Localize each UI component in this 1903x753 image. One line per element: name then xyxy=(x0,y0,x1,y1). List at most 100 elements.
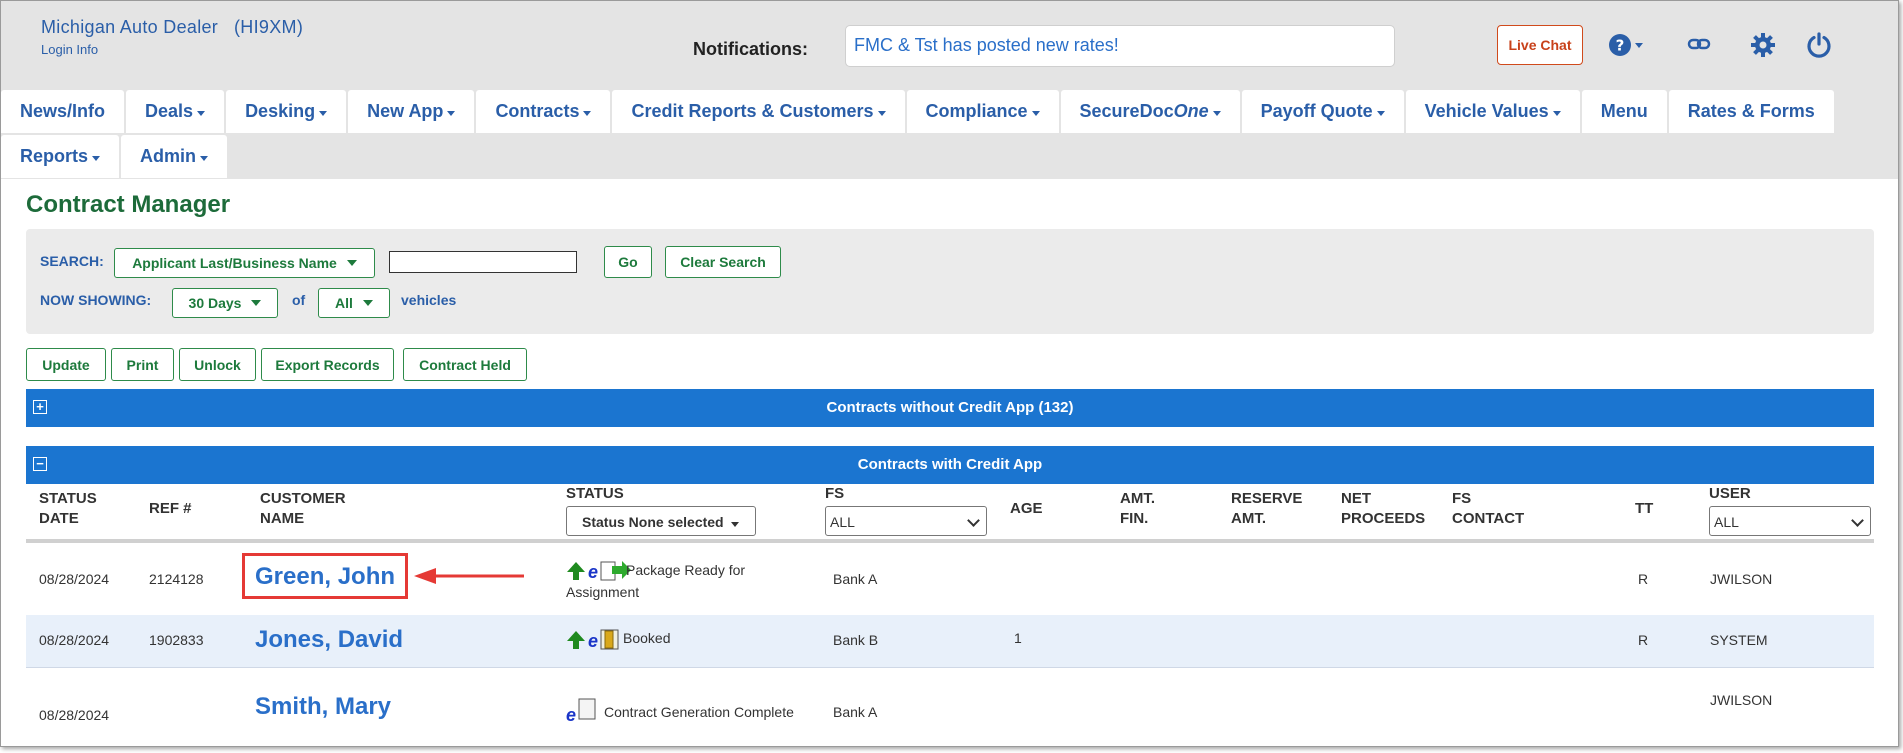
e-icon: e xyxy=(588,631,599,651)
nav-tab-payoff-quote[interactable]: Payoff Quote xyxy=(1241,90,1404,133)
chevron-down-icon xyxy=(92,155,101,161)
col-customer-name[interactable]: CUSTOMER NAME xyxy=(260,489,346,529)
live-chat-button[interactable]: Live Chat xyxy=(1497,25,1583,65)
nav-tab-desking[interactable]: Desking xyxy=(226,90,347,133)
chevron-down-icon xyxy=(1031,110,1040,116)
go-button[interactable]: Go xyxy=(604,246,652,278)
login-info-link[interactable]: Login Info xyxy=(41,42,98,57)
section-title: Contracts with Credit App xyxy=(857,456,1043,473)
nav-tab-credit-reports-customers[interactable]: Credit Reports & Customers xyxy=(612,90,905,133)
user-filter-select[interactable]: ALL xyxy=(1709,506,1871,536)
status-filter-value: Status None selected xyxy=(582,514,724,530)
nav-tab-label: Desking xyxy=(245,101,316,121)
status-icons: e xyxy=(566,559,632,581)
print-button[interactable]: Print xyxy=(111,348,174,381)
col-net-proceeds[interactable]: NET PROCEEDS xyxy=(1341,489,1425,529)
col-status[interactable]: STATUS xyxy=(566,484,624,504)
update-button[interactable]: Update xyxy=(26,348,106,381)
notification-message[interactable]: FMC & Tst has posted new rates! xyxy=(845,25,1395,67)
nav-tab-news-info[interactable]: News/Info xyxy=(1,90,125,133)
unlock-button[interactable]: Unlock xyxy=(179,348,256,381)
search-input[interactable] xyxy=(389,251,577,273)
col-user[interactable]: USER xyxy=(1709,484,1751,504)
section-contracts-without-credit-app[interactable]: + Contracts without Credit App (132) xyxy=(26,389,1874,427)
callout-arrow-icon xyxy=(414,568,524,584)
status-icons: e xyxy=(566,628,620,650)
dealer-code: (HI9XM) xyxy=(234,17,304,37)
row-status-date: 08/28/2024 xyxy=(39,632,110,648)
main-nav-row-1: News/Info Deals Desking New App Contracts Cre… xyxy=(1,90,1836,133)
row-status-text: Contract Generation Complete xyxy=(604,704,794,720)
chevron-down-icon xyxy=(346,260,357,266)
table-row[interactable]: 08/28/2024 Smith, Mary e Contract Genera… xyxy=(26,668,1874,746)
col-ref[interactable]: REF # xyxy=(149,499,192,519)
customer-name-link[interactable]: Jones, David xyxy=(255,626,403,654)
chevron-down-icon xyxy=(319,110,328,116)
export-records-button[interactable]: Export Records xyxy=(261,348,394,381)
table-row[interactable]: 08/28/2024 1902833 Jones, David e Booked… xyxy=(26,615,1874,668)
nav-tab-deals[interactable]: Deals xyxy=(126,90,225,133)
link-button[interactable] xyxy=(1687,34,1711,59)
vehicles-select-value: All xyxy=(335,295,353,311)
chevron-down-icon xyxy=(1552,110,1561,116)
now-showing-label: NOW SHOWING: xyxy=(40,292,152,308)
chevron-down-icon xyxy=(1212,110,1221,116)
nav-tab-label: Admin xyxy=(140,146,197,166)
nav-tab-contracts[interactable]: Contracts xyxy=(476,90,611,133)
up-arrow-icon xyxy=(567,631,585,649)
power-icon xyxy=(1807,32,1831,58)
customer-name-link[interactable]: Green, John xyxy=(255,563,395,591)
chevron-down-icon xyxy=(1376,110,1385,116)
search-field-select-value: Applicant Last/Business Name xyxy=(132,255,337,271)
days-select[interactable]: 30 Days xyxy=(172,288,278,318)
row-user: JWILSON xyxy=(1710,571,1773,587)
nav-tab-compliance[interactable]: Compliance xyxy=(906,90,1059,133)
col-reserve-amt[interactable]: RESERVE AMT. xyxy=(1231,489,1302,529)
nav-tab-vehicle-values[interactable]: Vehicle Values xyxy=(1405,90,1580,133)
row-ref: 2124128 xyxy=(149,571,204,587)
nav-tab-securedocone[interactable]: SecureDocOne xyxy=(1060,90,1240,133)
chevron-down-icon xyxy=(251,300,262,306)
customer-name-link[interactable]: Smith, Mary xyxy=(255,693,391,721)
col-status-date[interactable]: STATUS DATE xyxy=(39,489,97,529)
contract-held-button[interactable]: Contract Held xyxy=(403,348,527,381)
col-fs[interactable]: FS xyxy=(825,484,844,504)
status-filter-select[interactable]: Status None selected xyxy=(566,506,756,536)
gear-icon xyxy=(1751,33,1775,57)
logout-button[interactable] xyxy=(1805,31,1833,64)
row-ref: 1902833 xyxy=(149,632,204,648)
booked-icon xyxy=(600,629,619,650)
link-icon xyxy=(1687,38,1711,50)
up-arrow-icon xyxy=(567,562,585,580)
section-contracts-with-credit-app[interactable]: − Contracts with Credit App xyxy=(26,446,1874,484)
app-window: Michigan Auto Dealer (HI9XM) Login Info … xyxy=(0,0,1899,747)
chevron-down-icon xyxy=(197,110,206,116)
fs-filter-value: ALL xyxy=(830,514,855,530)
search-field-select[interactable]: Applicant Last/Business Name xyxy=(114,248,375,278)
table-row[interactable]: 08/28/2024 2124128 Green, John e Package… xyxy=(26,543,1874,616)
nav-tab-new-app[interactable]: New App xyxy=(348,90,475,133)
row-user: SYSTEM xyxy=(1710,632,1768,648)
row-fs: Bank A xyxy=(833,704,878,720)
row-fs: Bank B xyxy=(833,632,879,648)
of-label: of xyxy=(292,292,306,308)
nav-tab-rates-forms[interactable]: Rates & Forms xyxy=(1668,90,1834,133)
col-amt-fin[interactable]: AMT. FIN. xyxy=(1120,489,1155,529)
fs-filter-select[interactable]: ALL xyxy=(825,506,987,536)
settings-button[interactable] xyxy=(1749,31,1777,64)
help-menu[interactable]: ? xyxy=(1608,31,1644,64)
col-age[interactable]: AGE xyxy=(1010,499,1043,519)
col-tt[interactable]: TT xyxy=(1635,499,1653,519)
dealer-name-text: Michigan Auto Dealer xyxy=(41,17,219,37)
vehicles-select[interactable]: All xyxy=(318,288,390,318)
notifications-label: Notifications: xyxy=(693,39,808,59)
nav-tab-admin[interactable]: Admin xyxy=(121,135,228,178)
chevron-down-icon xyxy=(447,110,456,116)
nav-tab-menu[interactable]: Menu xyxy=(1581,90,1667,133)
nav-tab-reports[interactable]: Reports xyxy=(1,135,120,178)
clear-search-button[interactable]: Clear Search xyxy=(665,246,781,278)
user-filter-value: ALL xyxy=(1714,514,1739,530)
chevron-down-icon xyxy=(200,155,209,161)
col-fs-contact[interactable]: FS CONTACT xyxy=(1452,489,1524,529)
nav-tab-label: Compliance xyxy=(925,101,1028,121)
